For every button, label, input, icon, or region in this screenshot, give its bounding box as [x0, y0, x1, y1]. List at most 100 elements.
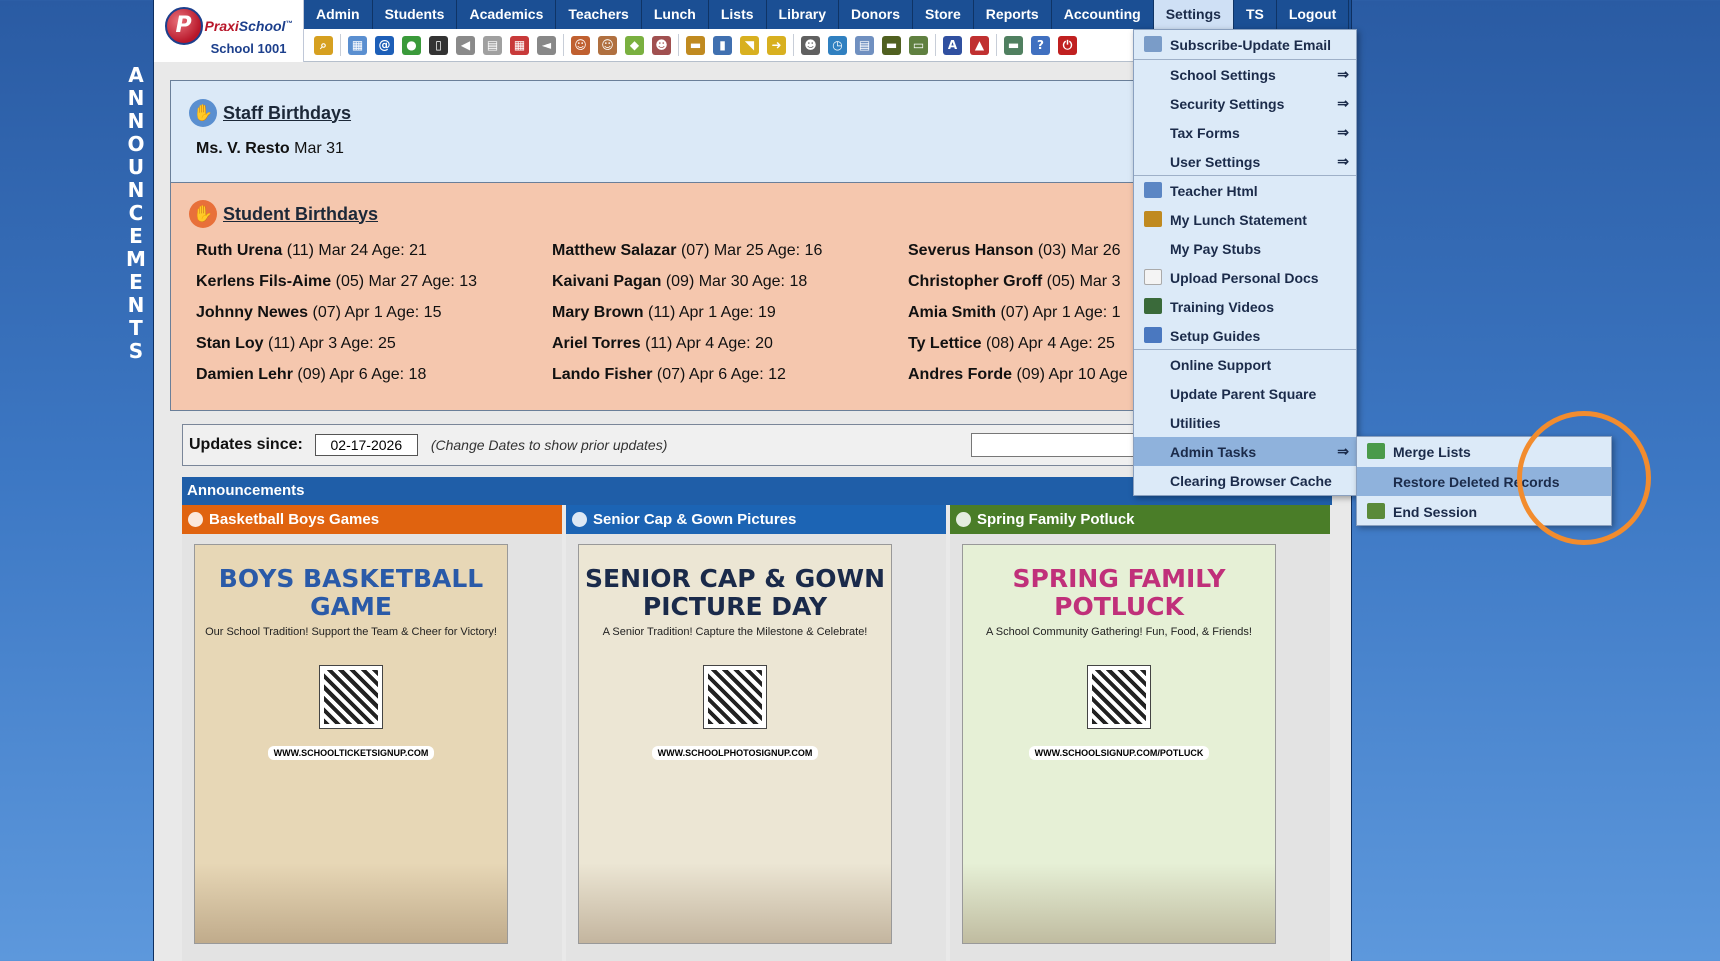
menu-item-my-pay-stubs[interactable]: My Pay Stubs	[1134, 234, 1356, 263]
announcement-card[interactable]: Basketball Boys Games BOYS BASKETBALL GAM…	[182, 505, 562, 961]
nav-admin[interactable]: Admin	[304, 0, 373, 29]
student-name: Ty Lettice	[908, 335, 982, 352]
menu-item-admin-tasks[interactable]: Admin Tasks ⇒	[1134, 437, 1356, 466]
qr-code-icon	[319, 665, 383, 729]
news-icon[interactable]: ▤	[483, 35, 502, 55]
poster-title: SPRING FAMILY POTLUCK	[1012, 564, 1226, 621]
updates-date-input[interactable]: 02-17-2026	[314, 434, 418, 456]
person-icon[interactable]: ☻	[801, 35, 820, 55]
group-icon[interactable]: ☻	[652, 35, 671, 55]
nav-lunch[interactable]: Lunch	[642, 0, 709, 29]
announcement-title-bar[interactable]: Spring Family Potluck	[950, 505, 1330, 534]
nav-settings[interactable]: Settings	[1153, 0, 1234, 29]
nav-donors[interactable]: Donors	[839, 0, 913, 29]
logo-mark: P	[164, 6, 203, 45]
calendar-grid-icon[interactable]: ▦	[348, 35, 367, 55]
vertical-letter: C	[128, 201, 144, 225]
menu-item-security-settings[interactable]: Security Settings ⇒	[1134, 89, 1356, 118]
menu-item-upload-personal-docs[interactable]: Upload Personal Docs	[1134, 263, 1356, 292]
export-icon[interactable]: ➜	[767, 35, 786, 55]
menu-item-my-lunch-statement[interactable]: My Lunch Statement	[1134, 205, 1356, 234]
menu-item-update-parent-square[interactable]: Update Parent Square	[1134, 379, 1356, 408]
eraser-icon[interactable]: ◆	[625, 35, 644, 55]
money-icon[interactable]: ▬	[1004, 35, 1023, 55]
menu-item-training-videos[interactable]: Training Videos	[1134, 292, 1356, 321]
student-birthday-entry: Lando Fisher (07) Apr 6 Age: 12	[552, 365, 908, 385]
hand-icon: ✋	[189, 200, 217, 228]
menu-item-teacher-html[interactable]: Teacher Html	[1134, 176, 1356, 205]
announcement-title-bar[interactable]: Basketball Boys Games	[182, 505, 562, 534]
toolbar-separator	[996, 34, 997, 56]
film-icon	[1144, 298, 1162, 314]
nav-students[interactable]: Students	[373, 0, 458, 29]
clock-icon[interactable]: ◷	[828, 35, 847, 55]
menu-item-online-support[interactable]: Online Support	[1134, 350, 1356, 379]
staff-birthdays-link[interactable]: Staff Birthdays	[223, 103, 351, 124]
nav-logout[interactable]: Logout	[1277, 0, 1350, 29]
ruler-icon[interactable]: ▬	[882, 35, 901, 55]
menu-item-label: School Settings	[1170, 66, 1276, 83]
student-name: Christopher Groff	[908, 273, 1043, 290]
nav-teachers[interactable]: Teachers	[556, 0, 642, 29]
pdf-icon[interactable]: ▲	[970, 35, 989, 55]
submenu-arrow-icon: ⇒	[1337, 124, 1349, 140]
help-icon[interactable]: ?	[1031, 35, 1050, 55]
nav-lists[interactable]: Lists	[709, 0, 767, 29]
student-birthday-detail: (11) Apr 1 Age: 19	[648, 304, 776, 321]
praxischool-logo[interactable]: P PraxiSchool™ School 1001	[154, 0, 304, 62]
poster-title: SENIOR CAP & GOWN PICTURE DAY	[584, 564, 885, 621]
list-icon[interactable]: ▤	[855, 35, 874, 55]
menu-item-subscribe-update-email[interactable]: Subscribe-Update Email	[1134, 30, 1356, 59]
tag-icon[interactable]: ◥	[740, 35, 759, 55]
calendar-icon[interactable]: ▦	[510, 35, 529, 55]
student-icon[interactable]: ☺	[598, 35, 617, 55]
staff-birthdays-panel: ✋ Staff Birthdays Ms. V. Resto Mar 31	[170, 80, 1250, 183]
megaphone-icon[interactable]: ◄	[537, 35, 556, 55]
menu-item-clearing-browser-cache[interactable]: Clearing Browser Cache	[1134, 466, 1356, 495]
vertical-letter: U	[127, 155, 145, 179]
phone-icon[interactable]: ▯	[429, 35, 448, 55]
student-birthday-detail: (03) Mar 26	[1037, 242, 1121, 259]
announcement-icon	[572, 512, 587, 527]
nav-academics[interactable]: Academics	[457, 0, 557, 29]
nav-library[interactable]: Library	[767, 0, 839, 29]
student-name: Stan Loy	[196, 335, 264, 352]
menu-item-tax-forms[interactable]: Tax Forms ⇒	[1134, 118, 1356, 147]
poster-subtitle: Our School Tradition! Support the Team &…	[205, 626, 497, 638]
email-at-icon[interactable]: @	[375, 35, 394, 55]
poster-illustration	[579, 863, 891, 943]
toolbar-separator	[678, 34, 679, 56]
menu-item-school-settings[interactable]: School Settings ⇒	[1134, 60, 1356, 89]
student-birthdays-link[interactable]: Student Birthdays	[223, 204, 378, 225]
menu-item-label: User Settings	[1170, 153, 1261, 170]
book-icon[interactable]: ▮	[713, 35, 732, 55]
lunch-icon[interactable]: ▬	[686, 35, 705, 55]
menu-item-setup-guides[interactable]: Setup Guides	[1134, 321, 1356, 350]
submenu-arrow-icon: ⇒	[1337, 95, 1349, 111]
menu-item-label: Teacher Html	[1170, 182, 1258, 199]
submenu-item-end-session[interactable]: End Session	[1357, 497, 1611, 526]
announcement-poster-image[interactable]: SPRING FAMILY POTLUCK A School Community …	[962, 544, 1276, 944]
submenu-item-restore-deleted-records[interactable]: Restore Deleted Records	[1357, 467, 1611, 496]
announcement-poster-image[interactable]: BOYS BASKETBALL GAME Our School Tradition…	[194, 544, 508, 944]
printer-icon[interactable]: ▭	[909, 35, 928, 55]
announcement-card[interactable]: Spring Family Potluck SPRING FAMILY POTLU…	[950, 505, 1330, 961]
nav-ts[interactable]: TS	[1234, 0, 1277, 29]
submenu-item-merge-lists[interactable]: Merge Lists	[1357, 437, 1611, 466]
speaker-icon[interactable]: ◀	[456, 35, 475, 55]
teacher-icon[interactable]: ☺	[571, 35, 590, 55]
power-icon[interactable]: ⏻	[1058, 35, 1077, 55]
nav-accounting[interactable]: Accounting	[1052, 0, 1154, 29]
nav-reports[interactable]: Reports	[974, 0, 1052, 29]
student-name: Ruth Urena	[196, 242, 283, 259]
announcement-title-bar[interactable]: Senior Cap & Gown Pictures	[566, 505, 946, 534]
menu-item-utilities[interactable]: Utilities	[1134, 408, 1356, 437]
nav-store[interactable]: Store	[913, 0, 974, 29]
chat-icon[interactable]: ●	[402, 35, 421, 55]
school-name: School 1001	[210, 40, 287, 56]
announcement-poster-image[interactable]: SENIOR CAP & GOWN PICTURE DAY A Senior Tr…	[578, 544, 892, 944]
announcement-card[interactable]: Senior Cap & Gown Pictures SENIOR CAP & G…	[566, 505, 946, 961]
ap-icon[interactable]: A	[943, 35, 962, 55]
search-icon[interactable]: ⌕	[314, 35, 333, 55]
menu-item-user-settings[interactable]: User Settings ⇒	[1134, 147, 1356, 176]
